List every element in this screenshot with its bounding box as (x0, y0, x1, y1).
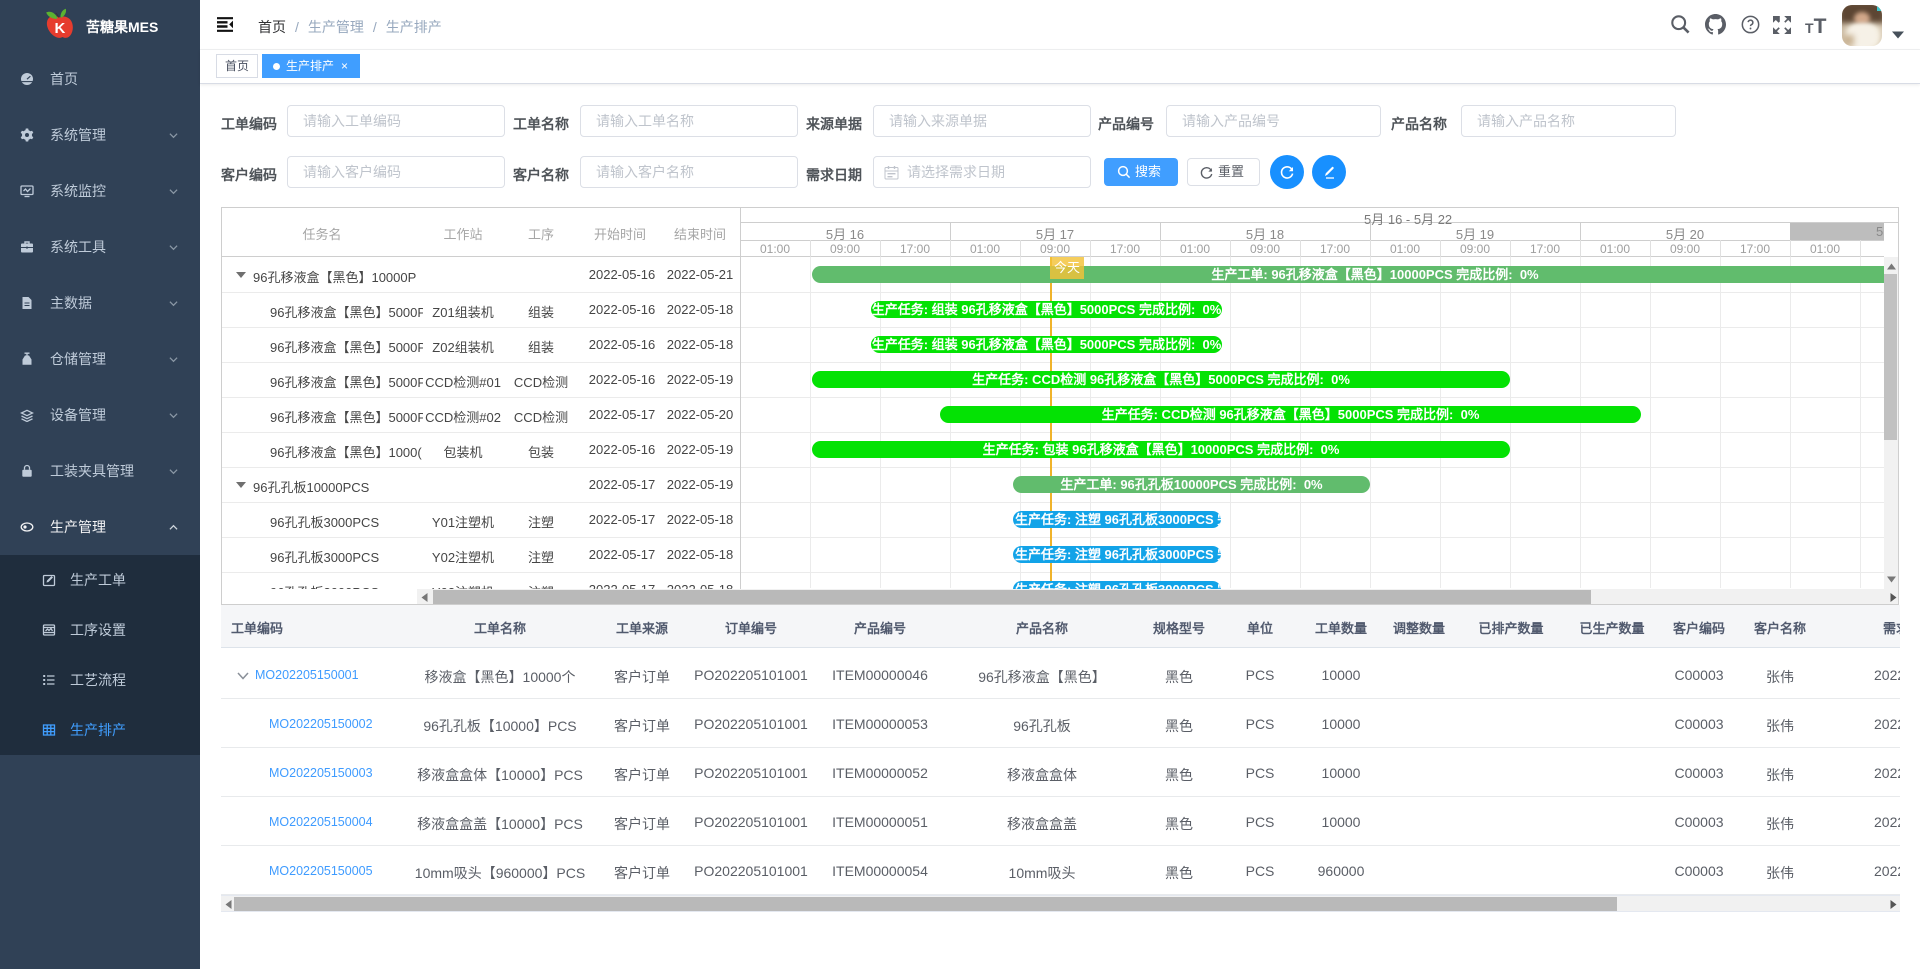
svg-text:K: K (55, 20, 66, 37)
